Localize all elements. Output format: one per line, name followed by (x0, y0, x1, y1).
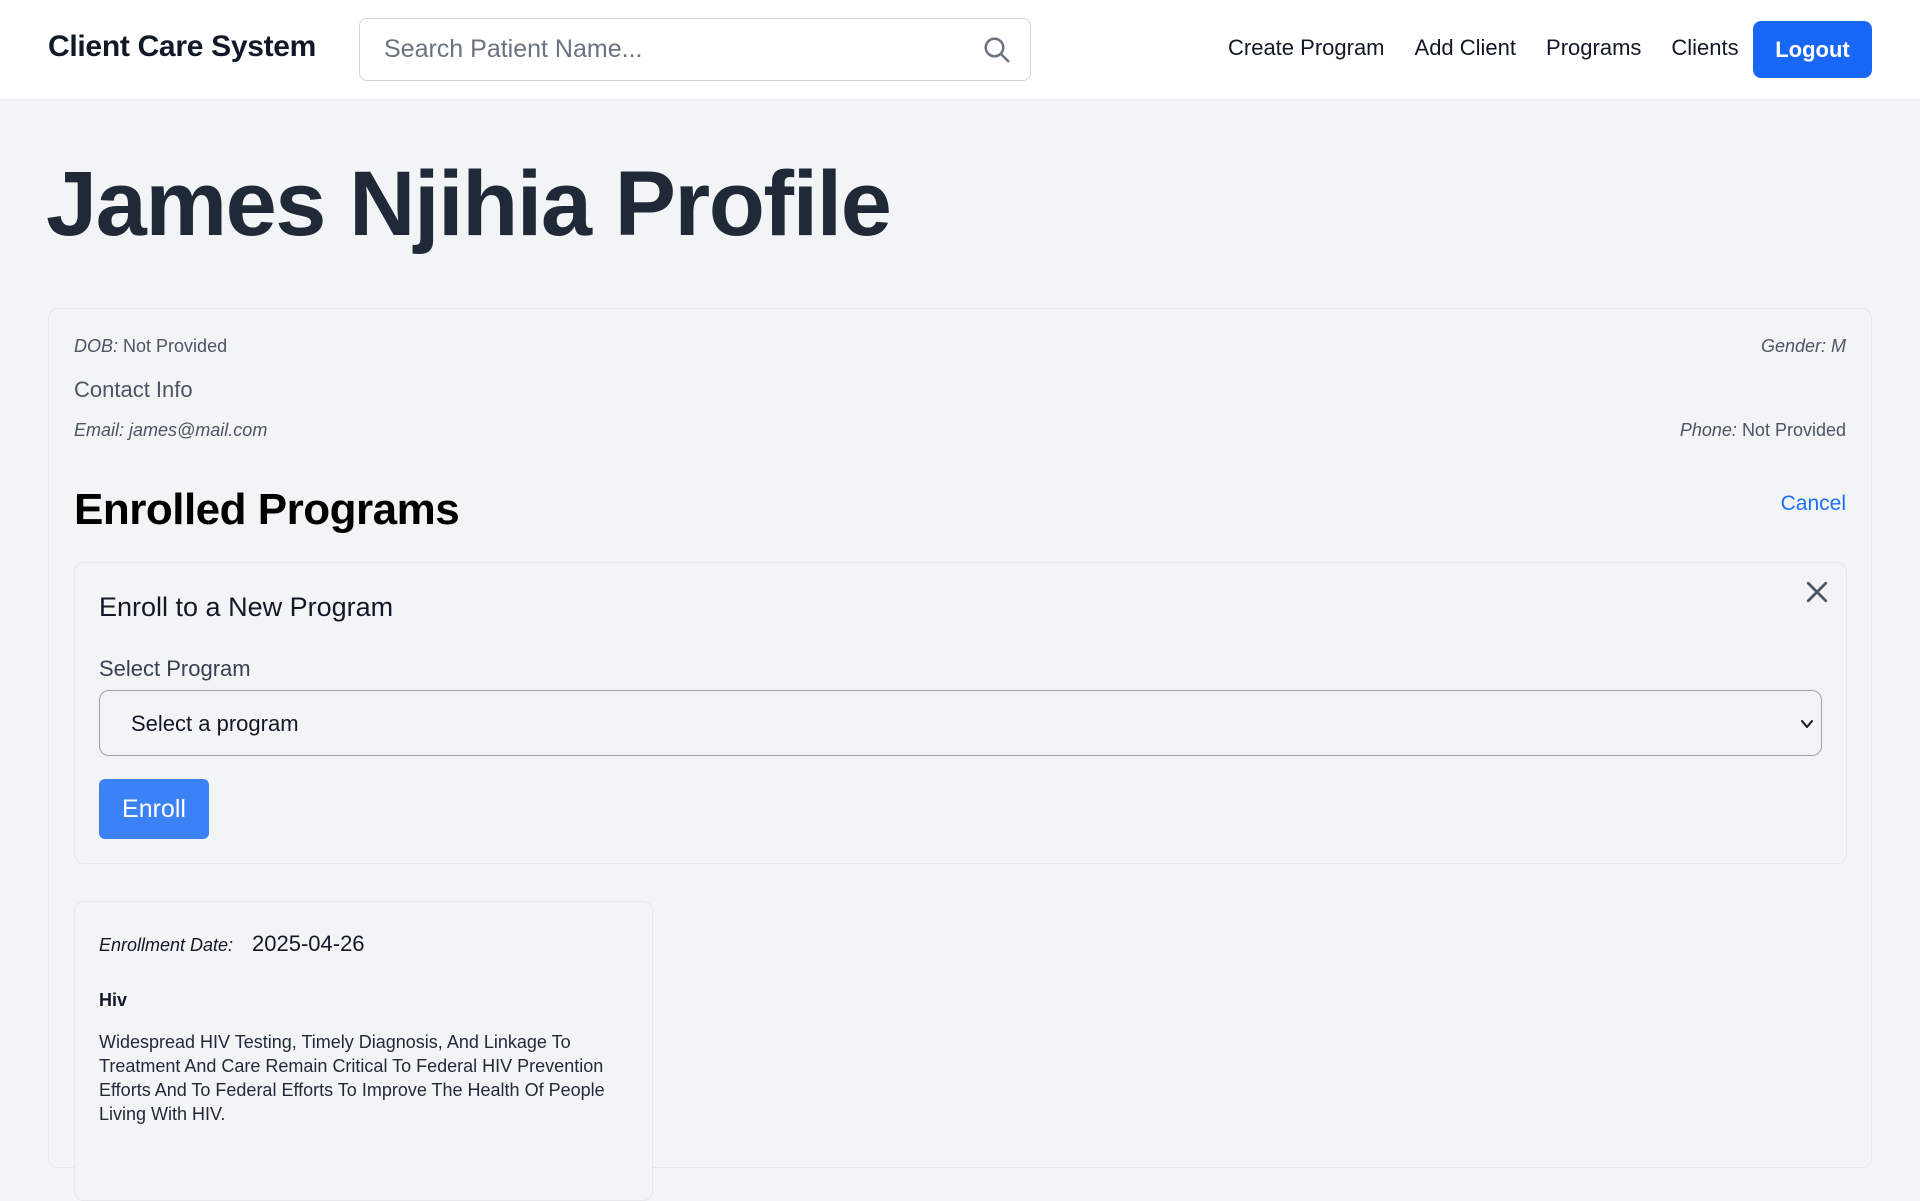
enroll-form-title: Enroll to a New Program (99, 592, 394, 622)
cancel-link[interactable]: Cancel (1781, 492, 1846, 516)
close-icon[interactable] (1802, 577, 1832, 607)
gender-text: Gender: M (1760, 336, 1846, 356)
program-description: Widespread HIV Testing, Timely Diagnosis… (99, 1032, 605, 1124)
nav-add-client[interactable]: Add Client (1415, 35, 1517, 61)
contact-info-heading: Contact Info (74, 377, 193, 402)
nav-clients[interactable]: Clients (1671, 35, 1738, 61)
chevron-down-icon (1801, 720, 1813, 728)
dob-value: Not Provided (123, 336, 228, 356)
program-select-value: Select a program (131, 711, 299, 736)
search-box (359, 18, 1031, 81)
phone-row: Phone: Not Provided (1680, 420, 1846, 441)
brand-title[interactable]: Client Care System (48, 30, 316, 64)
top-navbar: Client Care System Create Program Add Cl… (0, 0, 1920, 100)
enrollment-date-value: 2025-04-26 (252, 931, 365, 956)
enroll-form-panel: Enroll to a New Program Select Program S… (74, 562, 1847, 864)
dob-label: DOB: (74, 336, 119, 356)
program-name: Hiv (99, 990, 128, 1010)
nav-links: Create Program Add Client Programs Clien… (1228, 35, 1769, 61)
phone-value: Not Provided (1741, 420, 1846, 440)
search-input[interactable] (360, 19, 1030, 80)
enrolled-programs-heading: Enrolled Programs (74, 485, 460, 534)
page-title: James Njihia Profile (46, 153, 892, 255)
profile-card: DOB: Not Provided Gender: M Contact Info… (48, 308, 1872, 1201)
enrollment-date-label: Enrollment Date: (99, 935, 234, 955)
phone-label: Phone: (1679, 420, 1737, 440)
search-icon[interactable] (982, 35, 1012, 65)
enrollment-card: Enrollment Date: 2025-04-26 Hiv Widespre… (74, 901, 653, 1201)
dob-row: DOB: Not Provided (74, 336, 227, 357)
select-program-label: Select Program (99, 656, 251, 681)
nav-programs[interactable]: Programs (1546, 35, 1641, 61)
nav-create-program[interactable]: Create Program (1228, 35, 1385, 61)
logout-button[interactable]: Logout (1753, 21, 1872, 78)
program-select[interactable]: Select a program (99, 690, 1822, 756)
email-text: Email: james@mail.com (74, 420, 268, 440)
enroll-button[interactable]: Enroll (99, 779, 209, 839)
